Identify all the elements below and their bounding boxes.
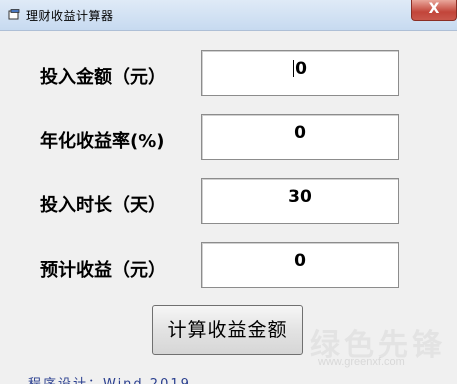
rate-value: 0	[294, 123, 306, 143]
close-button[interactable]: X	[411, 0, 457, 21]
amount-value: 0	[295, 59, 307, 79]
expected-return-value: 0	[294, 251, 306, 271]
app-icon	[8, 9, 20, 20]
calculate-button[interactable]: 计算收益金额	[152, 305, 303, 355]
rate-label: 年化收益率(%)	[40, 131, 165, 152]
title-bar[interactable]: 理财收益计算器 X	[0, 0, 457, 31]
amount-label: 投入金额（元）	[40, 67, 166, 88]
rate-input[interactable]: 0	[201, 114, 399, 160]
close-icon: X	[428, 1, 440, 17]
duration-input[interactable]: 30	[201, 178, 399, 224]
text-cursor	[293, 60, 295, 77]
app-window: 理财收益计算器 X 投入金额（元） 0 年化收益率(%) 0 投入时长（天） 3…	[0, 0, 457, 384]
amount-input[interactable]: 0	[201, 50, 399, 96]
window-title: 理财收益计算器	[26, 9, 114, 23]
footer-credit: 程序设计：Wind 2019	[28, 373, 191, 384]
watermark-url: www.greenxf.com	[318, 356, 405, 368]
expected-return-output[interactable]: 0	[201, 242, 399, 288]
duration-label: 投入时长（天）	[40, 195, 166, 216]
duration-value: 30	[288, 187, 312, 207]
expected-return-label: 预计收益（元）	[40, 260, 166, 281]
